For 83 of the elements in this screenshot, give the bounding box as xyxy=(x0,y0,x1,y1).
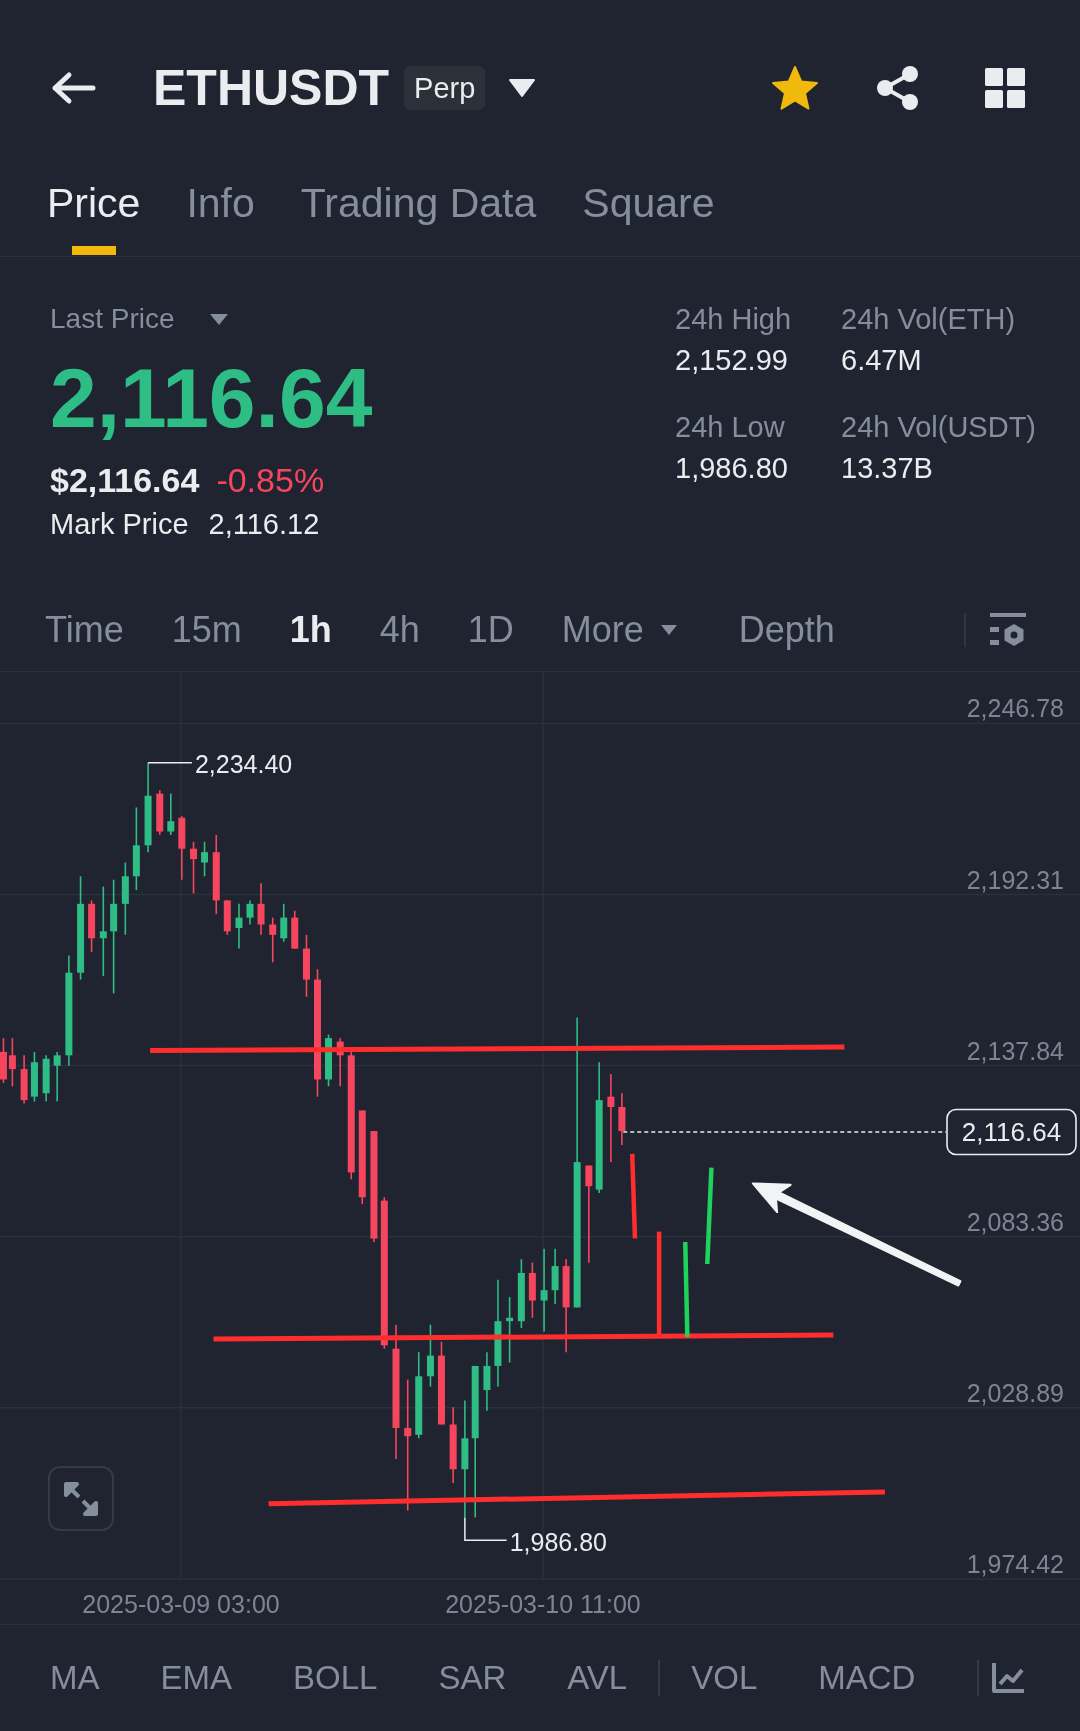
candlestick xyxy=(156,789,164,836)
candlestick xyxy=(426,1323,434,1388)
more-dropdown[interactable]: More xyxy=(561,607,678,652)
price-type-dropdown[interactable]: Last Price xyxy=(50,299,229,339)
leader-line xyxy=(464,1516,508,1541)
star-icon[interactable] xyxy=(771,66,819,110)
indicator-button[interactable]: EMA xyxy=(160,1658,232,1698)
candlestick xyxy=(483,1351,491,1412)
candlestick xyxy=(506,1296,514,1364)
indicator-button[interactable]: MA xyxy=(50,1658,100,1698)
price-axis-label: 2,083.36 xyxy=(966,1207,1064,1236)
current-price-tag: 2,116.64 xyxy=(946,1108,1077,1156)
tab[interactable]: Trading Data xyxy=(300,176,537,256)
grid-icon[interactable] xyxy=(985,68,1025,108)
contract-badge: Perp xyxy=(404,66,486,110)
time-axis-label: 2025-03-10 11:00 xyxy=(445,1590,641,1618)
candlestick xyxy=(257,882,265,936)
stat-label: 24h Vol(ETH) xyxy=(841,302,1016,337)
candlestick xyxy=(88,899,96,953)
stat-label: 24h Vol(USDT) xyxy=(841,410,1036,445)
back-arrow-icon[interactable] xyxy=(50,71,96,105)
candlestick xyxy=(167,792,175,836)
stat-label: 24h Low xyxy=(675,410,785,445)
price-axis-label: 2,246.78 xyxy=(966,694,1064,723)
stat-value: 2,152.99 xyxy=(675,343,788,378)
depth-tab[interactable]: Depth xyxy=(738,607,835,652)
candlestick xyxy=(325,1033,332,1088)
stat-value: 13.37B xyxy=(841,451,933,486)
leader-line xyxy=(147,761,193,764)
interval-tab[interactable]: 1D xyxy=(467,607,514,652)
interval-tab[interactable]: 4h xyxy=(379,607,420,652)
candlestick xyxy=(178,815,186,881)
candlestick xyxy=(246,899,254,926)
candlestick xyxy=(517,1258,525,1329)
indicator-button[interactable]: AVL xyxy=(567,1658,628,1698)
candlestick xyxy=(30,1051,38,1103)
time-axis-label: 2025-03-09 03:00 xyxy=(82,1590,280,1618)
symbol-title: ETHUSDT xyxy=(153,59,390,117)
expand-icon[interactable] xyxy=(64,1481,98,1516)
price-change: -0.85% xyxy=(216,460,325,501)
candlestick xyxy=(302,934,310,998)
candlestick xyxy=(20,1054,28,1105)
caret-icon[interactable] xyxy=(508,78,537,98)
indicator-button[interactable]: BOLL xyxy=(293,1658,378,1698)
candlestick xyxy=(291,909,299,950)
candlestick xyxy=(618,1092,626,1146)
tab[interactable]: Info xyxy=(186,176,255,256)
high-price-label: 2,234.40 xyxy=(194,750,293,778)
low-price-label: 1,986.80 xyxy=(509,1527,607,1556)
candlestick xyxy=(235,903,243,950)
mark-price-value: 2,116.12 xyxy=(208,507,320,542)
candlestick xyxy=(42,1054,50,1103)
mark-price-label: Mark Price xyxy=(50,507,189,542)
stat-value: 6.47M xyxy=(841,343,922,378)
candlestick xyxy=(53,1051,61,1103)
line-chart-icon[interactable] xyxy=(992,1663,1024,1693)
candlestick xyxy=(336,1037,344,1088)
interval-tab[interactable]: Time xyxy=(45,607,124,652)
price-axis-label: 1,974.42 xyxy=(966,1549,1064,1578)
candlestick xyxy=(528,1261,536,1319)
candlestick xyxy=(551,1248,559,1305)
price-axis-label: 2,192.31 xyxy=(966,865,1064,894)
price-axis-label: 2,137.84 xyxy=(966,1036,1064,1065)
last-price: 2,116.64 xyxy=(50,353,373,443)
stat-value: 1,986.80 xyxy=(675,451,788,486)
interval-tab[interactable]: 15m xyxy=(171,607,242,652)
share-icon[interactable] xyxy=(876,65,920,111)
price-axis-label: 2,028.89 xyxy=(966,1378,1064,1407)
tab[interactable]: Price xyxy=(47,176,141,256)
candlestick xyxy=(190,841,198,895)
indicator-button[interactable]: VOL xyxy=(691,1658,758,1698)
interval-tab[interactable]: 1h xyxy=(289,607,332,652)
tab[interactable]: Square xyxy=(582,176,715,256)
stat-label: 24h High xyxy=(675,302,792,337)
candlestick xyxy=(269,916,277,964)
usd-price: $2,116.64 xyxy=(50,460,200,501)
indicator-button[interactable]: MACD xyxy=(818,1658,916,1698)
candlestick xyxy=(201,841,209,878)
candlestick xyxy=(280,903,288,943)
chart-settings-icon[interactable] xyxy=(990,612,1026,647)
expand-button[interactable] xyxy=(48,1466,114,1531)
candlestick xyxy=(223,899,231,936)
indicator-button[interactable]: SAR xyxy=(438,1658,507,1698)
